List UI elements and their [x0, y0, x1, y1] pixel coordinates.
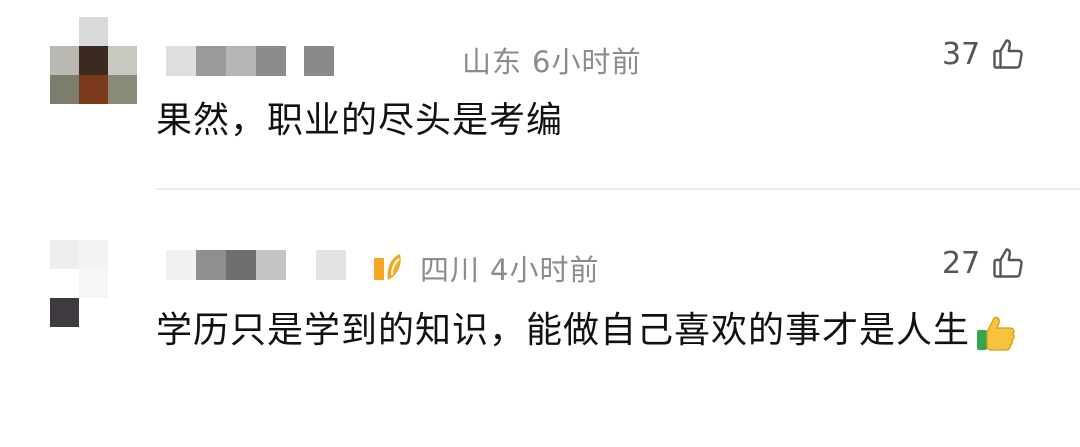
username-masked[interactable]: [166, 250, 346, 280]
time-label: 6小时前: [532, 45, 642, 79]
time-label: 4小时前: [490, 253, 600, 287]
comment-item: 山东 6小时前 37 果然，职业的尽头是考编: [0, 0, 1080, 190]
thumbs-up-outline-icon[interactable]: [990, 245, 1026, 281]
comment-text: 学历只是学到的知识，能做自己喜欢的事才是人生: [156, 310, 971, 351]
like-count: 37: [942, 36, 981, 72]
like-button[interactable]: 27: [942, 245, 1026, 281]
like-count: 27: [942, 245, 981, 281]
avatar[interactable]: [50, 17, 137, 104]
username-masked[interactable]: [166, 46, 334, 76]
avatar[interactable]: [50, 240, 137, 327]
location-label: 山东: [462, 45, 523, 79]
comment-meta: 山东 6小时前: [462, 39, 641, 81]
thumbs-up-outline-icon[interactable]: [990, 36, 1026, 72]
comment-text: 果然，职业的尽头是考编: [156, 100, 564, 141]
orange-badge-icon: [374, 254, 401, 280]
comment-meta: 四川 4小时前: [420, 247, 599, 289]
comment-text-wrapper: 学历只是学到的知识，能做自己喜欢的事才是人生: [156, 304, 1026, 358]
like-button[interactable]: 37: [942, 36, 1026, 72]
thumbs-up-emoji: [977, 316, 1015, 351]
comment-item: 四川 4小时前 27 学历只是学到的知识，能做自己喜欢的事才是人生: [0, 190, 1080, 447]
location-label: 四川: [420, 253, 481, 287]
